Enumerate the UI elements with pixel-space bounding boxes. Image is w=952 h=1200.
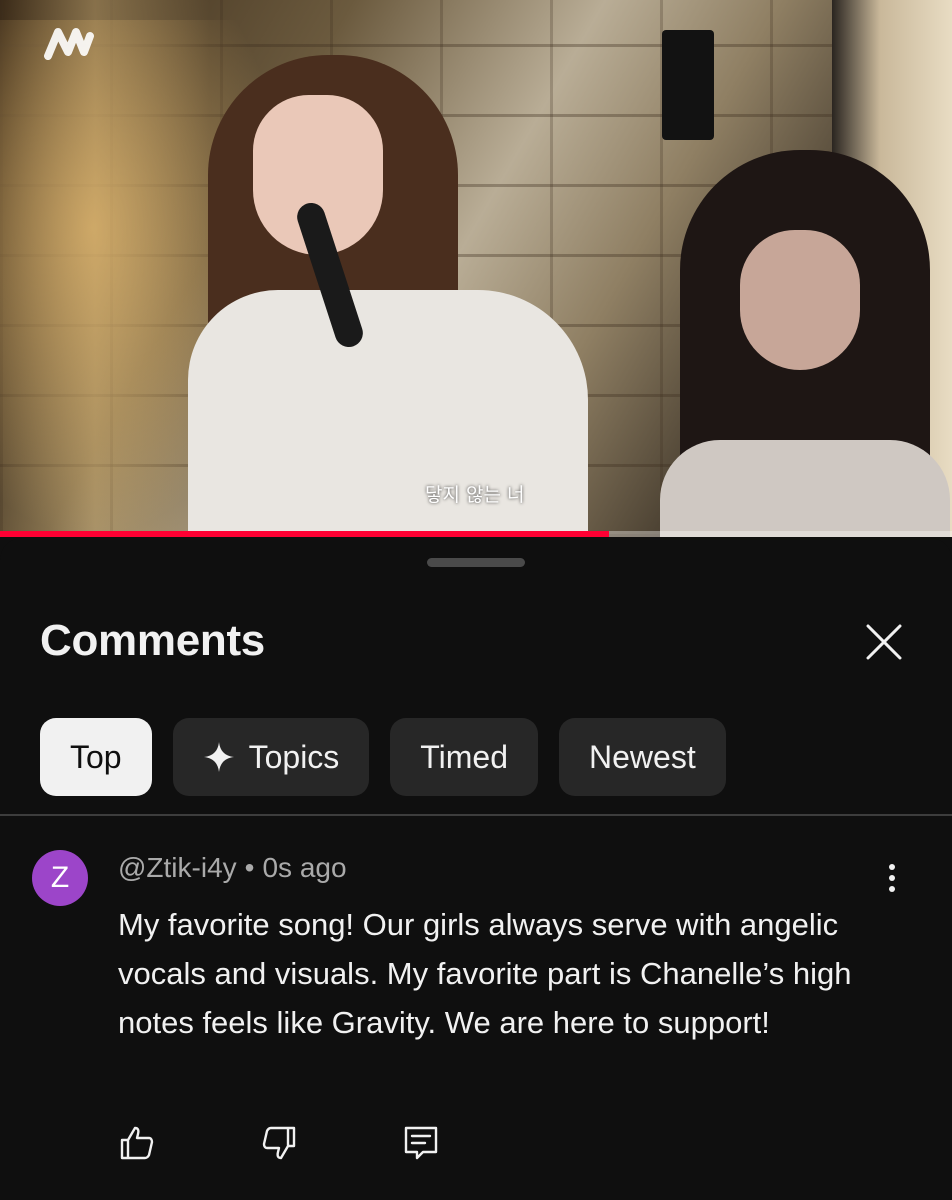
- chip-topics-label: Topics: [248, 738, 340, 775]
- avatar-letter: Z: [50, 861, 70, 894]
- second-member-figure: [660, 150, 950, 537]
- member-face: [740, 230, 860, 370]
- meta-separator: •: [244, 852, 255, 883]
- chip-topics[interactable]: Topics: [172, 718, 370, 796]
- video-player[interactable]: 닿지 않는 너: [0, 0, 952, 537]
- video-progress-bar[interactable]: [0, 531, 952, 537]
- chip-top-label: Top: [70, 738, 122, 775]
- like-icon: [120, 1126, 154, 1160]
- chip-newest[interactable]: Newest: [559, 718, 726, 796]
- close-icon: [866, 624, 902, 660]
- reply-icon: [404, 1126, 438, 1160]
- like-button[interactable]: [118, 1124, 156, 1162]
- dislike-button[interactable]: [260, 1124, 298, 1162]
- avatar[interactable]: Z: [32, 850, 88, 906]
- member-shirt: [660, 440, 950, 537]
- comment-time: 0s ago: [262, 852, 347, 883]
- wall-speaker: [662, 30, 714, 140]
- chip-timed-label: Timed: [420, 738, 509, 775]
- dislike-icon: [262, 1126, 296, 1160]
- comments-sheet: Comments Top Topics Timed Newest Z @Ztik…: [0, 538, 952, 1200]
- sort-chips: Top Topics Timed Newest: [40, 718, 726, 796]
- comment-text: My favorite song! Our girls always serve…: [118, 907, 852, 1040]
- video-subtitle: 닿지 않는 너: [425, 484, 525, 506]
- chip-top[interactable]: Top: [40, 718, 152, 796]
- close-button[interactable]: [858, 616, 910, 668]
- comment-actions: [118, 1124, 440, 1162]
- channel-logo-icon: [44, 28, 94, 60]
- video-progress-fill: [0, 531, 610, 537]
- sparkle-icon: [203, 742, 234, 772]
- comment-meta: @Ztik-i4y • 0s ago: [118, 852, 347, 884]
- singer-figure: [188, 55, 588, 537]
- divider: [0, 814, 952, 816]
- chip-newest-label: Newest: [589, 738, 696, 775]
- reply-button[interactable]: [402, 1124, 440, 1162]
- chip-timed[interactable]: Timed: [390, 718, 539, 796]
- singer-shirt: [188, 290, 588, 537]
- more-vertical-icon: [889, 864, 895, 892]
- comments-title: Comments: [40, 616, 265, 665]
- comment-more-button[interactable]: [872, 858, 912, 898]
- drag-handle[interactable]: [427, 558, 525, 567]
- comment-author[interactable]: @Ztik-i4y: [118, 852, 237, 883]
